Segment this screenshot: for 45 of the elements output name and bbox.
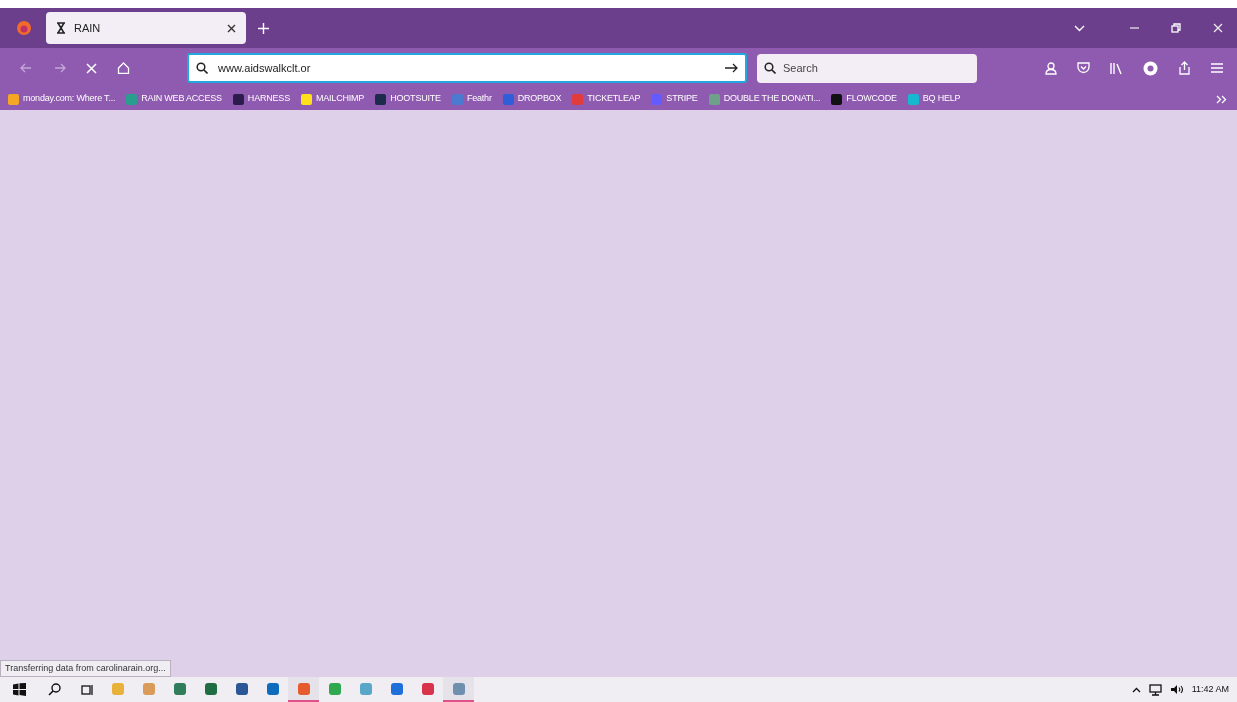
bookmark-link[interactable]: MAILCHIMP [315, 92, 365, 106]
go-arrow-icon[interactable] [725, 63, 738, 73]
share-icon[interactable] [1178, 61, 1191, 75]
double-chevron-icon[interactable] [1216, 94, 1227, 104]
bookmark-link[interactable]: TICKETLEAP [587, 92, 641, 106]
restore-icon[interactable] [1171, 23, 1181, 33]
new-tab-icon[interactable] [258, 22, 269, 34]
speaker-icon[interactable] [1169, 684, 1184, 695]
search-field[interactable]: Search [757, 53, 977, 83]
network-icon[interactable] [1148, 683, 1162, 696]
chevron-down-icon[interactable] [1074, 24, 1085, 32]
home-icon[interactable] [117, 62, 130, 74]
search-icon [196, 62, 208, 74]
hourglass-icon [56, 22, 66, 34]
browser-logo-icon[interactable] [16, 20, 32, 36]
taskbar-app-button[interactable] [443, 677, 474, 702]
chevron-up-icon[interactable] [1131, 686, 1141, 693]
pocket-icon[interactable] [1077, 62, 1090, 74]
bookmark-link[interactable]: HARNESS [247, 92, 290, 106]
stop-icon[interactable] [86, 62, 97, 74]
search-icon [764, 62, 776, 74]
windows-start-icon[interactable] [13, 683, 26, 696]
clock-text[interactable]: 11:42 AM [1191, 682, 1229, 697]
bookmark-link[interactable]: monday.com: Where T... [23, 92, 116, 106]
menu-icon[interactable] [1211, 63, 1223, 73]
bookmark-link[interactable]: DOUBLE THE DONATI... [723, 92, 821, 106]
bookmark-link[interactable]: HOOTSUITE [390, 92, 441, 106]
bookmark-link[interactable]: Feathr [466, 92, 492, 106]
library-icon[interactable] [1110, 61, 1123, 75]
tab-title: RAIN [74, 20, 102, 36]
close-icon[interactable] [227, 23, 236, 33]
bookmark-link[interactable]: DROPBOX [517, 92, 562, 106]
task-view-icon[interactable] [81, 683, 94, 696]
url-text: www.aidswalkclt.or [218, 60, 312, 76]
account-icon[interactable] [1045, 61, 1057, 75]
taskbar-app-button[interactable] [288, 677, 319, 702]
search-icon[interactable] [48, 683, 61, 696]
bookmark-link[interactable]: STRIPE [666, 92, 698, 106]
bookmark-link[interactable]: RAIN WEB ACCESS [141, 92, 222, 106]
browser-tab[interactable]: RAIN [46, 12, 246, 44]
address-field[interactable]: www.aidswalkclt.or [187, 53, 747, 83]
bookmark-link[interactable]: FLOWCODE [846, 92, 897, 106]
bookmark-link[interactable]: BQ HELP [922, 92, 961, 106]
search-placeholder: Search [783, 60, 818, 76]
status-text: Transferring data from carolinarain.org... [0, 659, 171, 677]
